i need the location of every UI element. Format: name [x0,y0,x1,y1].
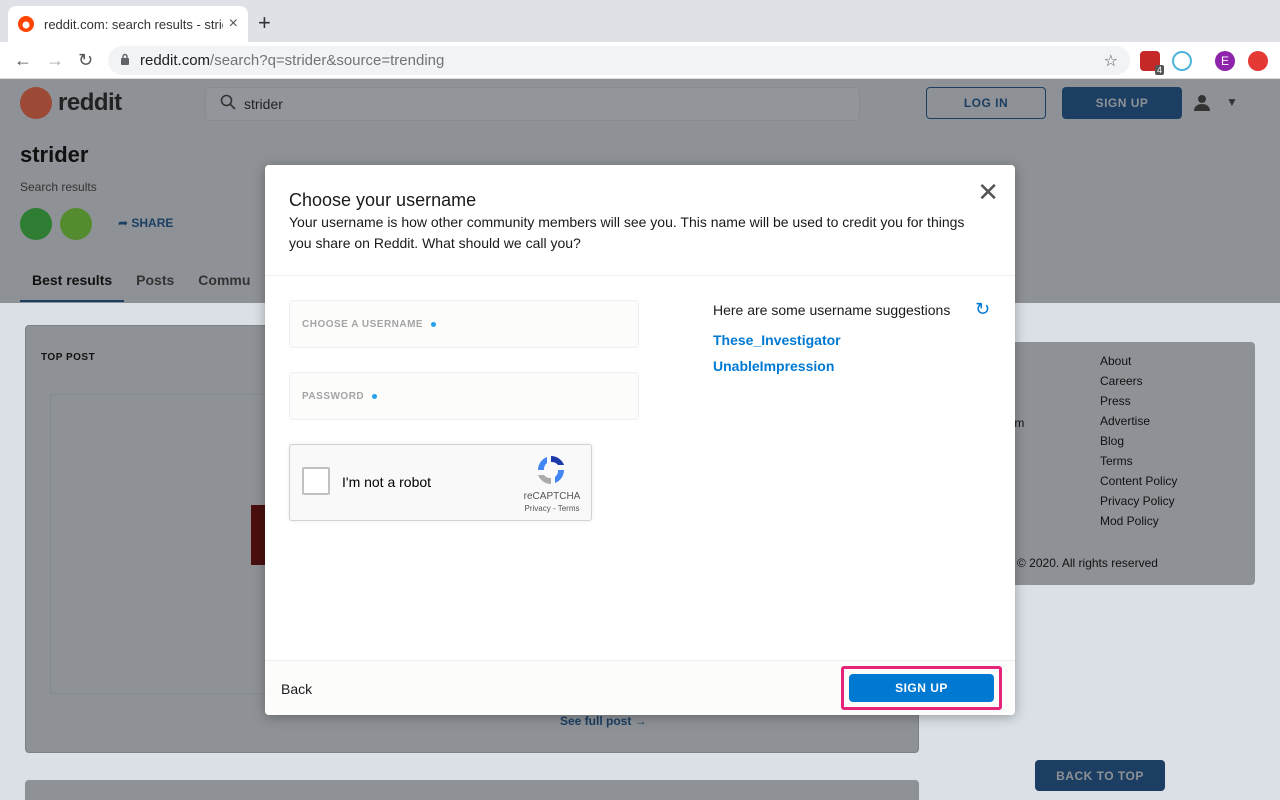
username-modal: Choose your username Your username is ho… [265,165,1015,715]
back-arrow-icon[interactable]: ← [14,50,32,71]
recaptcha-logo-icon [534,453,568,487]
extension-icon-red[interactable] [1248,51,1268,71]
second-post-card[interactable] [25,780,919,800]
extension-badge: 4 [1154,65,1164,75]
required-dot-icon [431,321,437,327]
see-full-post-link[interactable]: See full post → [560,714,647,728]
tab-communities[interactable]: Commu [186,272,262,302]
footer-link-privacy-policy[interactable]: Privacy Policy [1100,494,1177,514]
copyright-text: © 2020. All rights reserved [1017,556,1158,570]
url-host: reddit.com [140,52,211,69]
new-tab-button[interactable]: + [258,10,271,36]
lock-icon [120,53,130,68]
reload-icon[interactable]: ↻ [78,50,93,71]
password-placeholder: PASSWORD [302,390,365,402]
search-icon [220,94,236,115]
top-post-label: TOP POST [41,352,96,363]
logo-text: reddit [58,89,122,116]
modal-footer: Back SIGN UP [265,660,1015,715]
search-input[interactable]: strider [205,87,860,121]
username-suggestion[interactable]: UnableImpression [713,358,834,374]
suggestions-title: Here are some username suggestions [713,302,951,318]
reddit-favicon-icon [18,16,34,32]
browser-tab[interactable]: reddit.com: search results - strid × [8,6,248,42]
recaptcha-links[interactable]: Privacy - Terms [512,504,592,513]
username-placeholder: CHOOSE A USERNAME [302,318,424,330]
footer-links: About Careers Press Advertise Blog Terms… [1100,354,1177,534]
tab-title: reddit.com: search results - strid [44,16,223,32]
recaptcha-brand: reCAPTCHA [523,491,581,502]
forward-arrow-icon[interactable]: → [46,50,64,71]
result-tabs: Best results Posts Commu [20,272,262,302]
browser-tab-bar: reddit.com: search results - strid × + [0,0,1280,42]
community-avatar[interactable] [60,208,92,240]
footer-link-careers[interactable]: Careers [1100,374,1177,394]
modal-description: Your username is how other community mem… [289,214,965,251]
footer-link-terms[interactable]: Terms [1100,454,1177,474]
address-bar[interactable]: reddit.com /search?q=strider&source=tren… [108,46,1130,75]
password-field[interactable]: PASSWORD [289,372,639,420]
modal-divider [265,275,1015,276]
footer-link-mod-policy[interactable]: Mod Policy [1100,514,1177,534]
modal-title: Choose your username [289,190,477,210]
username-field[interactable]: CHOOSE A USERNAME [289,300,639,348]
footer-link-content-policy[interactable]: Content Policy [1100,474,1177,494]
footer-link-about[interactable]: About [1100,354,1177,374]
bookmark-star-icon[interactable]: ☆ [1104,51,1118,71]
tab-close-icon[interactable]: × [229,15,238,33]
username-suggestion[interactable]: These_Investigator [713,332,841,348]
back-button[interactable]: Back [281,681,312,697]
chevron-down-icon[interactable]: ▼ [1226,95,1238,109]
reddit-snoo-icon [20,87,52,119]
footer-link-blog[interactable]: Blog [1100,434,1177,454]
community-avatar[interactable] [20,208,52,240]
url-path: /search?q=strider&source=trending [210,52,445,69]
refresh-icon[interactable]: ↻ [975,299,990,320]
adblock-extension-icon[interactable]: 4 [1140,51,1164,75]
reddit-header: reddit strider LOG IN SIGN UP ▼ [0,79,1280,128]
recaptcha-checkbox[interactable] [302,467,330,495]
profile-avatar[interactable]: E [1215,51,1235,71]
tab-posts[interactable]: Posts [124,272,186,302]
required-dot-icon [372,393,378,399]
browser-toolbar: ← → ↻ reddit.com /search?q=strider&sourc… [0,42,1280,79]
footer-link-advertise[interactable]: Advertise [1100,414,1177,434]
recaptcha-widget: I'm not a robot reCAPTCHA Privacy - Term… [289,444,592,521]
share-button[interactable]: ➦ SHARE [118,216,173,230]
tab-best-results[interactable]: Best results [20,272,125,302]
share-label: SHARE [131,216,174,230]
extension-icon[interactable] [1172,51,1192,71]
login-button[interactable]: LOG IN [926,87,1046,119]
back-to-top-button[interactable]: BACK TO TOP [1035,760,1165,791]
page-subtitle: Search results [20,180,97,194]
page-title: strider [20,142,89,167]
recaptcha-label: I'm not a robot [342,474,432,490]
footer-link-press[interactable]: Press [1100,394,1177,414]
user-icon[interactable] [1193,93,1211,116]
search-value: strider [244,96,283,112]
close-icon[interactable]: ✕ [977,177,999,208]
header-signup-button[interactable]: SIGN UP [1062,87,1182,119]
reddit-logo[interactable]: reddit [20,87,122,119]
signup-button[interactable]: SIGN UP [849,674,994,702]
